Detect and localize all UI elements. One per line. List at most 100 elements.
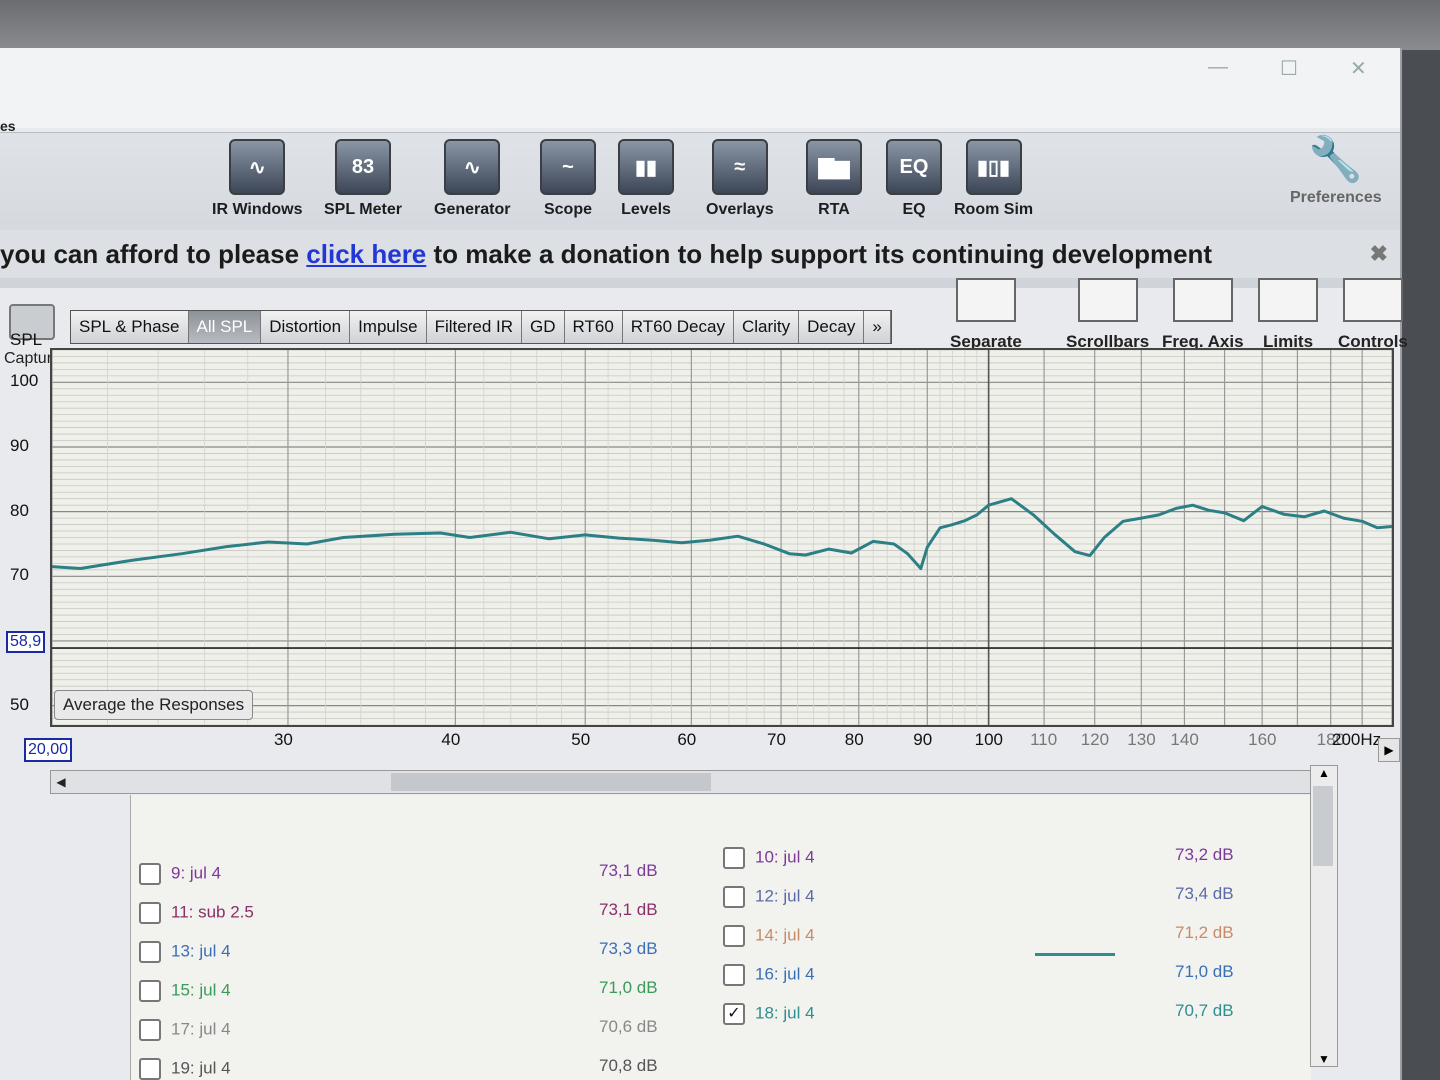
tab-impulse[interactable]: Impulse [350,311,427,343]
measurement-checkbox[interactable] [139,941,161,963]
horizontal-scrollbar[interactable]: ◀ [50,770,1312,794]
toolbar-label: SPL Meter [324,201,402,218]
generator-icon: ∿ [444,139,501,195]
measurement-checkbox[interactable] [139,902,161,924]
tab-all-spl[interactable]: All SPL [188,311,262,343]
measurement-checkbox[interactable]: ✓ [723,1003,745,1025]
measurement-item[interactable]: 14: jul 4 [723,925,815,947]
measurement-item[interactable]: 10: jul 4 [723,847,815,869]
tab-clarity[interactable]: Clarity [733,311,800,343]
y-tick-label: 100 [10,371,39,391]
scroll-down-arrow[interactable]: ▼ [1311,1052,1337,1066]
spl-trace[interactable] [51,497,1393,570]
x-scroll-right-arrow[interactable]: ▶ [1378,738,1400,762]
x-tick-label: 200Hz [1332,730,1382,749]
tab-[interactable]: » [864,311,891,343]
controls-button[interactable]: Controls [1338,278,1408,352]
maximize-icon[interactable]: ☐ [1280,56,1298,81]
controls-icon [1342,278,1403,322]
close-icon[interactable]: ✕ [1350,56,1367,81]
tab-distortion[interactable]: Distortion [261,311,351,343]
measurement-list: 9: jul 4 73,1 dB 11: sub 2.5 73,1 dB 13: jul… [130,795,1311,1080]
separate-button[interactable]: Separate [950,278,1022,352]
measurement-checkbox[interactable] [139,980,161,1002]
measurement-item[interactable]: 12: jul 4 [723,886,815,908]
x-tick-label: 40 [441,730,461,749]
donation-link[interactable]: click here [306,239,426,269]
tab-rt60-decay[interactable]: RT60 Decay [622,311,734,343]
measurement-item[interactable]: 17: jul 4 [139,1019,231,1041]
measurement-item[interactable]: ✓ 18: jul 4 [723,1003,815,1025]
measurement-level: 70,8 dB [599,1056,658,1075]
x-tick-label: 110 [1030,730,1058,749]
measurement-label: 9: jul 4 [171,863,222,883]
spl-meter-icon: 83 [334,139,391,195]
tab-rt60[interactable]: RT60 [564,311,623,343]
toolbar-label: Scope [543,201,592,218]
generator-button[interactable]: ∿ Generator [434,139,510,219]
horizontal-scroll-thumb[interactable] [391,773,711,791]
rta-button[interactable]: ▇▆ RTA [806,139,862,219]
preferences-label: Preferences [1290,189,1382,206]
tab-filtered-ir[interactable]: Filtered IR [426,311,523,343]
scrollbars-button[interactable]: Scrollbars [1066,278,1149,352]
donation-banner: you can afford to please click here to m… [0,230,1400,278]
measurement-item[interactable]: 9: jul 4 [139,863,221,885]
spl-meter-button[interactable]: 83 SPL Meter [324,139,402,219]
measurement-item[interactable]: 19: jul 4 [139,1058,231,1080]
measurement-level: 73,2 dB [1175,845,1234,864]
average-responses-button[interactable]: Average the Responses [54,690,254,720]
spl-plot[interactable] [50,348,1394,727]
measurement-checkbox[interactable] [723,964,745,986]
toolbar-label: Room Sim [954,201,1034,218]
x-tick-label: 80 [844,730,864,749]
spl-chart-svg [51,349,1393,726]
toolbar-label: EQ [902,201,926,218]
measurement-checkbox[interactable] [139,1019,161,1041]
measurement-checkbox[interactable] [139,1058,161,1080]
freq-axis-button[interactable]: Freq. Axis [1162,278,1244,352]
tab-gd[interactable]: GD [522,311,565,343]
measurement-level: 71,2 dB [1175,923,1234,942]
list-vertical-scrollbar[interactable]: ▲ ▼ [1310,765,1338,1067]
preferences-button[interactable]: 🔧 Preferences [1290,133,1382,207]
scroll-up-arrow[interactable]: ▲ [1311,766,1337,780]
levels-button[interactable]: ▮▮ Levels [618,139,674,219]
minimize-icon[interactable]: — [1208,56,1228,79]
measurement-checkbox[interactable] [723,925,745,947]
measurement-item[interactable]: 13: jul 4 [139,941,231,963]
measurement-item[interactable]: 11: sub 2.5 [139,902,254,924]
y-cursor-value[interactable]: 58,9 [6,631,46,653]
tab-decay[interactable]: Decay [799,311,865,343]
measurement-label: 14: jul 4 [755,925,815,945]
y-axis-label: SPL [10,330,43,349]
overlays-icon: ≈ [711,139,768,195]
measurement-checkbox[interactable] [723,886,745,908]
selected-trace-swatch [1035,953,1115,956]
ir-windows-button[interactable]: ∿ IR Windows [212,139,303,219]
measurement-checkbox[interactable] [139,863,161,885]
eq-button[interactable]: EQ EQ [886,139,942,219]
tab-spl-phase[interactable]: SPL & Phase [71,311,189,343]
measurement-checkbox[interactable] [723,847,745,869]
scope-button[interactable]: ~ Scope [540,139,596,219]
x-tick-label: 160 [1248,730,1277,749]
graph-tabs: SPL & Phase All SPL Distortion Impulse Filte… [70,310,892,344]
x-tick-label: 100 [974,730,1003,749]
measurement-item[interactable]: 16: jul 4 [723,964,815,986]
toolbar-label: RTA [818,201,850,218]
room-sim-button[interactable]: ▮▯▮ Room Sim [954,139,1033,219]
y-tick-label: 50 [10,694,29,714]
limits-button[interactable]: Limits [1258,278,1318,352]
vertical-scroll-thumb[interactable] [1313,786,1333,866]
banner-suffix: to make a donation to help support its c… [426,239,1213,269]
freq-axis-icon [1172,278,1233,322]
measurement-item[interactable]: 15: jul 4 [139,980,231,1002]
scroll-left-arrow[interactable]: ◀ [51,771,71,793]
banner-close-icon[interactable]: ✖ [1370,230,1388,278]
measurement-label: 15: jul 4 [171,980,231,1000]
measurement-level: 73,3 dB [599,939,658,958]
overlays-button[interactable]: ≈ Overlays [706,139,774,219]
screen-bezel [0,0,1440,50]
x-cursor-value[interactable]: 20,00 [24,738,73,762]
